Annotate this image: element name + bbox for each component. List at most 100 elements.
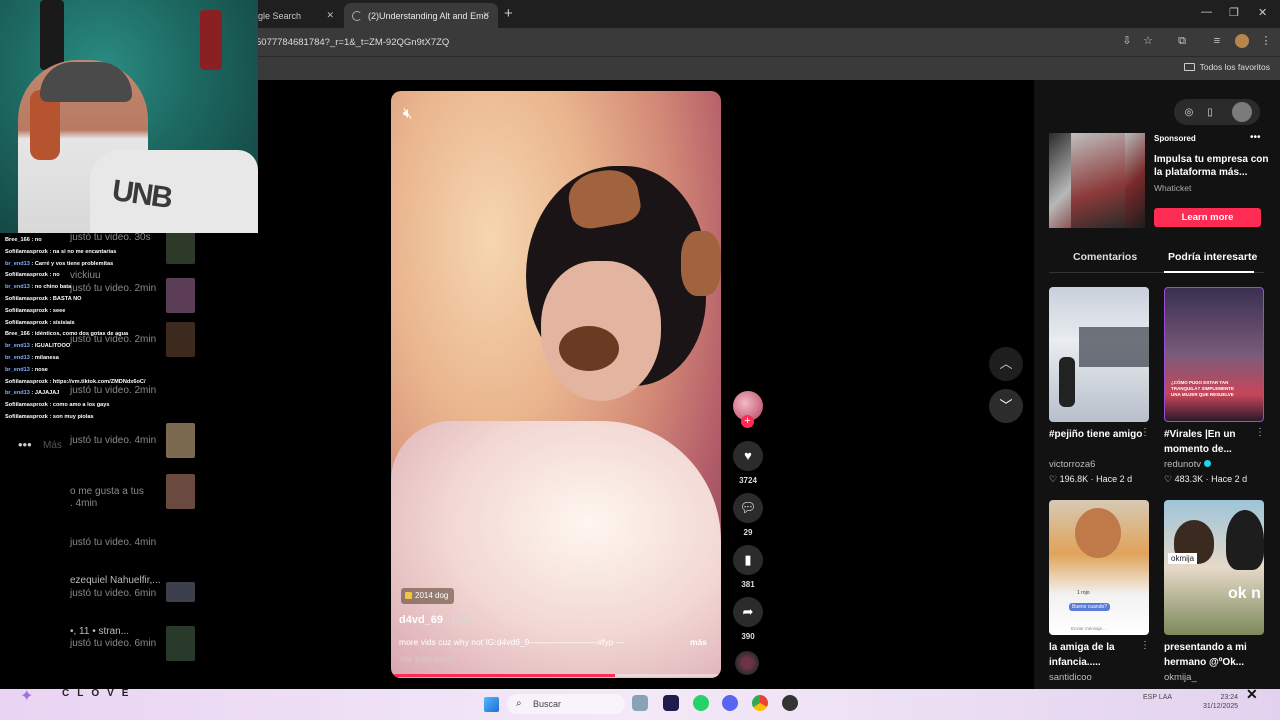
chat-message: Bree_166 : no: [5, 235, 185, 247]
maximize-button[interactable]: ❐: [1229, 6, 1239, 19]
taskbar-search[interactable]: Buscar: [507, 694, 625, 714]
card-options-icon[interactable]: ⋮: [1140, 427, 1150, 438]
related-video-title[interactable]: #pejiño tiene amigo: [1049, 427, 1154, 442]
chat-message: br_end13 : IGUALITOOO: [5, 341, 185, 353]
like-count: 3724: [739, 476, 757, 485]
menu-dots-icon[interactable]: ⋮: [1259, 34, 1273, 48]
webcam-overlay: UNB: [0, 0, 258, 233]
video-tag[interactable]: 2014 dog: [401, 588, 455, 604]
ad-thumbnail[interactable]: [1049, 133, 1145, 228]
chat-username: Sofiilamasprozk: [5, 248, 48, 255]
follow-button[interactable]: +: [741, 415, 754, 428]
video-username[interactable]: d4vd_69: [399, 614, 443, 626]
related-video-title[interactable]: presentando a mi hermano @ºOk...: [1164, 640, 1269, 670]
chat-text: milanesa: [34, 354, 59, 361]
chat-message: br_end13 : nose: [5, 365, 185, 377]
extensions-icon[interactable]: ⧉: [1175, 34, 1189, 48]
video-author[interactable]: d4vd_69 · 10-10: [399, 614, 474, 626]
related-video-thumbnail[interactable]: 1 rojo Bueno cuando? Enviar mensaje...: [1049, 500, 1149, 635]
related-video-user[interactable]: okmija_: [1164, 672, 1197, 683]
language-indicator[interactable]: ESP LAA: [1143, 693, 1172, 702]
install-icon[interactable]: ⇩: [1120, 34, 1134, 48]
premiere-icon[interactable]: [663, 695, 679, 711]
widget-icon[interactable]: [632, 695, 648, 711]
related-video-user[interactable]: victorroza6: [1049, 459, 1095, 470]
heart-outline-icon: ♡: [1049, 474, 1060, 484]
chat-username: Sofiilamasprozk: [5, 378, 48, 385]
related-video-title[interactable]: #Virales |En un momento de...: [1164, 427, 1269, 457]
more-label[interactable]: Más: [43, 440, 62, 451]
tab-close-icon[interactable]: ✕: [482, 10, 490, 21]
chat-username: Sofiilamasprozk: [5, 295, 48, 302]
profile-avatar[interactable]: [1235, 34, 1249, 48]
notification-text: justó tu video. 4min: [70, 435, 157, 446]
chat-username: Bree_166: [5, 237, 30, 243]
minimize-button[interactable]: —: [1201, 6, 1212, 18]
whatsapp-icon[interactable]: [693, 695, 709, 711]
overlay-close-icon[interactable]: ✕: [1246, 686, 1258, 703]
chat-text: no: [34, 237, 42, 243]
tab-related[interactable]: Podría interesarte: [1168, 251, 1257, 263]
related-video-thumbnail[interactable]: okmija ok n: [1164, 500, 1264, 635]
card-options-icon[interactable]: ⋮: [1255, 427, 1265, 438]
thumbnail-caption: ¿CÓMO PUDO ESTAR TAN TRANQUILA? SIMPLEME…: [1171, 380, 1234, 397]
user-avatar[interactable]: [1232, 102, 1252, 122]
share-count: 390: [741, 632, 755, 641]
related-video-title[interactable]: la amiga de la infancia.....: [1049, 640, 1154, 670]
chat-text: nose: [34, 366, 48, 373]
video-progress-bar[interactable]: [391, 674, 721, 677]
description-more-button[interactable]: más: [690, 637, 707, 647]
bookmark-star-icon[interactable]: ☆: [1141, 34, 1155, 48]
chat-text: IGUALITOOO: [34, 343, 71, 350]
like-button[interactable]: ♥: [733, 441, 763, 471]
music-disc-icon[interactable]: [735, 651, 759, 675]
mute-icon[interactable]: 🔇︎: [403, 105, 412, 122]
reading-list-icon[interactable]: ≡: [1210, 34, 1224, 48]
related-video-thumbnail[interactable]: ¿CÓMO PUDO ESTAR TAN TRANQUILA? SIMPLEME…: [1164, 287, 1264, 422]
chat-message: br_end13 : JAJAJAJ: [5, 388, 185, 400]
username[interactable]: redunotv: [1164, 459, 1201, 470]
card-options-icon[interactable]: ⋮: [1140, 640, 1150, 651]
bookmarks-folder[interactable]: Todos los favoritos: [1183, 62, 1270, 72]
previous-video-button[interactable]: ︿: [989, 347, 1023, 381]
windows-start-icon[interactable]: [484, 697, 499, 712]
ad-options-icon[interactable]: •••: [1250, 132, 1261, 143]
related-video-user[interactable]: redunotv: [1164, 459, 1211, 470]
ad-title[interactable]: Impulsa tu empresa con la plataforma más…: [1154, 153, 1269, 179]
comment-count: 29: [743, 528, 753, 537]
share-button[interactable]: ➦: [733, 597, 763, 627]
obs-icon[interactable]: [782, 695, 798, 711]
more-icon[interactable]: •••: [18, 437, 32, 452]
related-video-user[interactable]: santidicoo: [1049, 672, 1092, 683]
clock[interactable]: 23:24 31/12/2025: [1203, 693, 1238, 711]
notification-text: •, 11 • stran...: [70, 626, 130, 637]
chat-username: br_end13: [5, 260, 30, 267]
new-tab-button[interactable]: +: [504, 5, 513, 22]
chrome-icon[interactable]: [752, 695, 768, 711]
tab-comments[interactable]: Comentarios: [1073, 251, 1137, 263]
discord-icon[interactable]: [722, 695, 738, 711]
chat-text: no: [52, 272, 60, 279]
tab-label: gle Search: [258, 10, 302, 21]
video-player[interactable]: 🔇︎ 2014 dog d4vd_69 · 10-10 more vids cu…: [391, 91, 721, 678]
comment-icon: 💬︎: [739, 500, 757, 515]
clock-date: 31/12/2025: [1203, 703, 1239, 710]
tab-label: (2)Understanding Alt and Emo: [368, 10, 489, 21]
compass-icon[interactable]: ◎: [1182, 106, 1196, 120]
close-window-button[interactable]: ✕: [1258, 6, 1267, 19]
learn-more-button[interactable]: Learn more: [1154, 208, 1261, 227]
tab-active[interactable]: (2)Understanding Alt and Emo ✕: [344, 3, 498, 28]
chat-username: Sofiilamasprozk: [5, 272, 48, 279]
url-field[interactable]: 5077784681784?_r=1&_t=ZM-92QGn9tX7ZQ: [250, 31, 1120, 53]
phone-icon[interactable]: ▯: [1203, 106, 1217, 120]
tab-google-search[interactable]: gle Search ✕: [250, 3, 342, 28]
chat-text: BASTA NO: [52, 295, 82, 302]
verified-icon: [1203, 460, 1211, 467]
comment-button[interactable]: 💬︎: [733, 493, 763, 523]
related-video-thumbnail[interactable]: [1049, 287, 1149, 422]
heart-outline-icon: ♡: [1164, 474, 1175, 484]
translate-link[interactable]: Ver traducción: [399, 654, 457, 664]
tab-close-icon[interactable]: ✕: [326, 10, 334, 21]
save-button[interactable]: ▮: [733, 545, 763, 575]
next-video-button[interactable]: ﹀: [989, 389, 1023, 423]
